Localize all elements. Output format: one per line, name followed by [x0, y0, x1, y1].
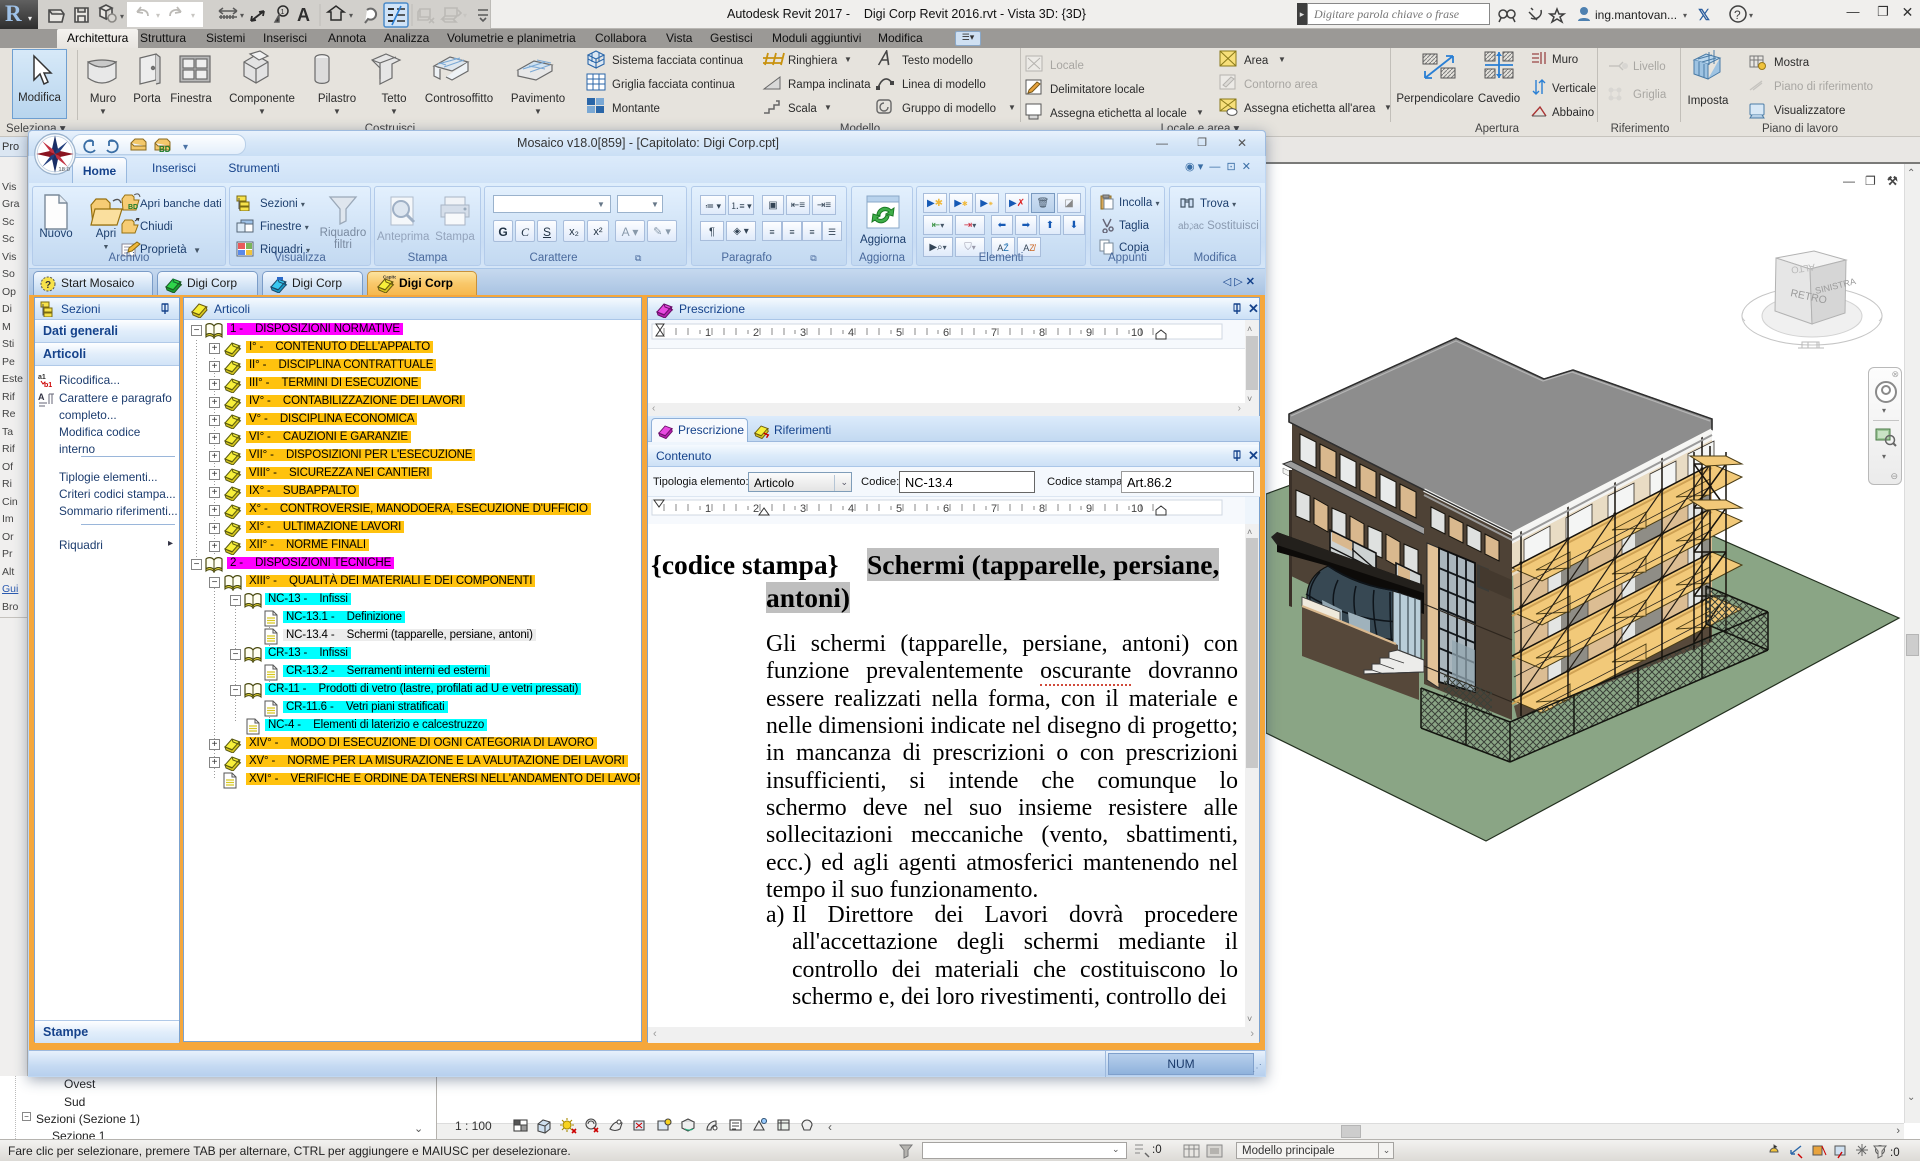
svg-text:3: 3	[800, 327, 806, 339]
svg-text:10: 10	[1131, 503, 1143, 515]
svg-text:▼: ▼	[534, 107, 542, 116]
svg-text:Gruppo di modello: Gruppo di modello	[902, 103, 996, 115]
svg-text:Pavimento: Pavimento	[511, 93, 565, 105]
svg-text:Visualizzatore: Visualizzatore	[1774, 105, 1845, 117]
svg-text:Assegna etichetta al locale: Assegna etichetta al locale	[1050, 108, 1187, 120]
svg-text:Griglia: Griglia	[1633, 89, 1667, 101]
svg-text:?: ?	[1734, 8, 1741, 22]
svg-text:▼: ▼	[99, 107, 107, 116]
svg-text:3: 3	[800, 503, 806, 515]
svg-text:Muro: Muro	[1552, 54, 1578, 66]
svg-text:1: 1	[281, 9, 285, 16]
svg-text:6: 6	[943, 503, 949, 515]
svg-text:Montante: Montante	[612, 103, 660, 115]
svg-text:2: 2	[753, 327, 759, 339]
svg-text:▾: ▾	[463, 11, 467, 20]
svg-text:?: ?	[45, 280, 51, 291]
svg-text:Area: Area	[1244, 55, 1269, 67]
svg-text:6: 6	[943, 327, 949, 339]
svg-text:A: A	[38, 392, 45, 402]
svg-text:a1: a1	[38, 374, 46, 381]
svg-text:▾: ▾	[240, 11, 244, 20]
svg-text:A: A	[297, 5, 310, 25]
svg-text:5: 5	[896, 327, 902, 339]
svg-text:Rampa inclinata: Rampa inclinata	[788, 79, 871, 91]
svg-text:‹: ‹	[828, 1120, 832, 1134]
svg-text:Ringhiera: Ringhiera	[788, 55, 838, 67]
svg-text:▾: ▾	[191, 11, 195, 20]
svg-text:Pilastro: Pilastro	[318, 93, 356, 105]
svg-text:10: 10	[1131, 327, 1143, 339]
svg-text:5: 5	[896, 503, 902, 515]
svg-text:▼: ▼	[824, 103, 832, 112]
svg-text:Locale: Locale	[1050, 60, 1084, 72]
svg-text:Tetto: Tetto	[382, 93, 407, 105]
svg-text:18.0: 18.0	[58, 167, 70, 173]
svg-text:▼: ▼	[1278, 55, 1286, 64]
svg-text:Imposta: Imposta	[1688, 95, 1730, 107]
svg-text:9: 9	[1086, 327, 1092, 339]
svg-text:Assegna etichetta all'area: Assegna etichetta all'area	[1244, 103, 1376, 115]
svg-text:Abbaino: Abbaino	[1552, 107, 1594, 119]
svg-text:Contorno area: Contorno area	[1244, 79, 1318, 91]
svg-text:Testo modello: Testo modello	[902, 55, 973, 67]
svg-text:▾: ▾	[1683, 11, 1687, 20]
svg-text:1: 1	[705, 327, 711, 339]
svg-text:Delimitatore locale: Delimitatore locale	[1050, 84, 1145, 96]
svg-text:Finestra: Finestra	[170, 93, 212, 105]
svg-text:Muro: Muro	[90, 93, 116, 105]
svg-text:▾: ▾	[349, 11, 353, 20]
svg-text:8: 8	[1039, 327, 1045, 339]
svg-text:4: 4	[848, 503, 854, 515]
svg-text:C: C	[172, 279, 176, 285]
svg-text:9: 9	[1086, 503, 1092, 515]
svg-text:8: 8	[1039, 503, 1045, 515]
svg-text:Componente: Componente	[229, 93, 295, 105]
svg-text:▾: ▾	[156, 11, 160, 20]
svg-text:Piano di riferimento: Piano di riferimento	[1774, 81, 1873, 93]
svg-text:b1: b1	[44, 382, 52, 388]
svg-text::0: :0	[1890, 1147, 1900, 1159]
svg-text:Controsoffitto: Controsoffitto	[425, 93, 493, 105]
svg-text:ing.mantovan...: ing.mantovan...	[1595, 8, 1677, 22]
svg-text:▼: ▼	[258, 107, 266, 116]
svg-text:▼: ▼	[1196, 108, 1204, 117]
svg-text:▼: ▼	[333, 107, 341, 116]
svg-text:Livello: Livello	[1633, 61, 1666, 73]
svg-text:▼: ▼	[844, 55, 852, 64]
svg-text:4: 4	[848, 327, 854, 339]
svg-text:Sistema facciata continua: Sistema facciata continua	[612, 55, 744, 67]
svg-text:Capitolati: Capitolati	[383, 275, 396, 280]
svg-text:7: 7	[991, 503, 997, 515]
svg-text:▼: ▼	[390, 107, 398, 116]
svg-text:Porta: Porta	[133, 93, 161, 105]
svg-text:7: 7	[991, 327, 997, 339]
svg-text:Verticale: Verticale	[1552, 83, 1596, 95]
svg-text:𝕏: 𝕏	[1698, 8, 1710, 24]
svg-text:Mostra: Mostra	[1774, 57, 1810, 69]
svg-text:▾: ▾	[1749, 11, 1753, 20]
svg-text:Cavedio: Cavedio	[1478, 93, 1520, 105]
svg-text:BD: BD	[128, 204, 138, 211]
svg-text:Griglia facciata continua: Griglia facciata continua	[612, 79, 735, 91]
svg-text:▾: ▾	[120, 12, 124, 21]
svg-text:2: 2	[753, 503, 759, 515]
svg-text:Linea di modello: Linea di modello	[902, 79, 986, 91]
svg-text:Scala: Scala	[788, 103, 817, 115]
svg-text:1: 1	[705, 503, 711, 515]
svg-text:Perpendicolare: Perpendicolare	[1396, 93, 1473, 105]
